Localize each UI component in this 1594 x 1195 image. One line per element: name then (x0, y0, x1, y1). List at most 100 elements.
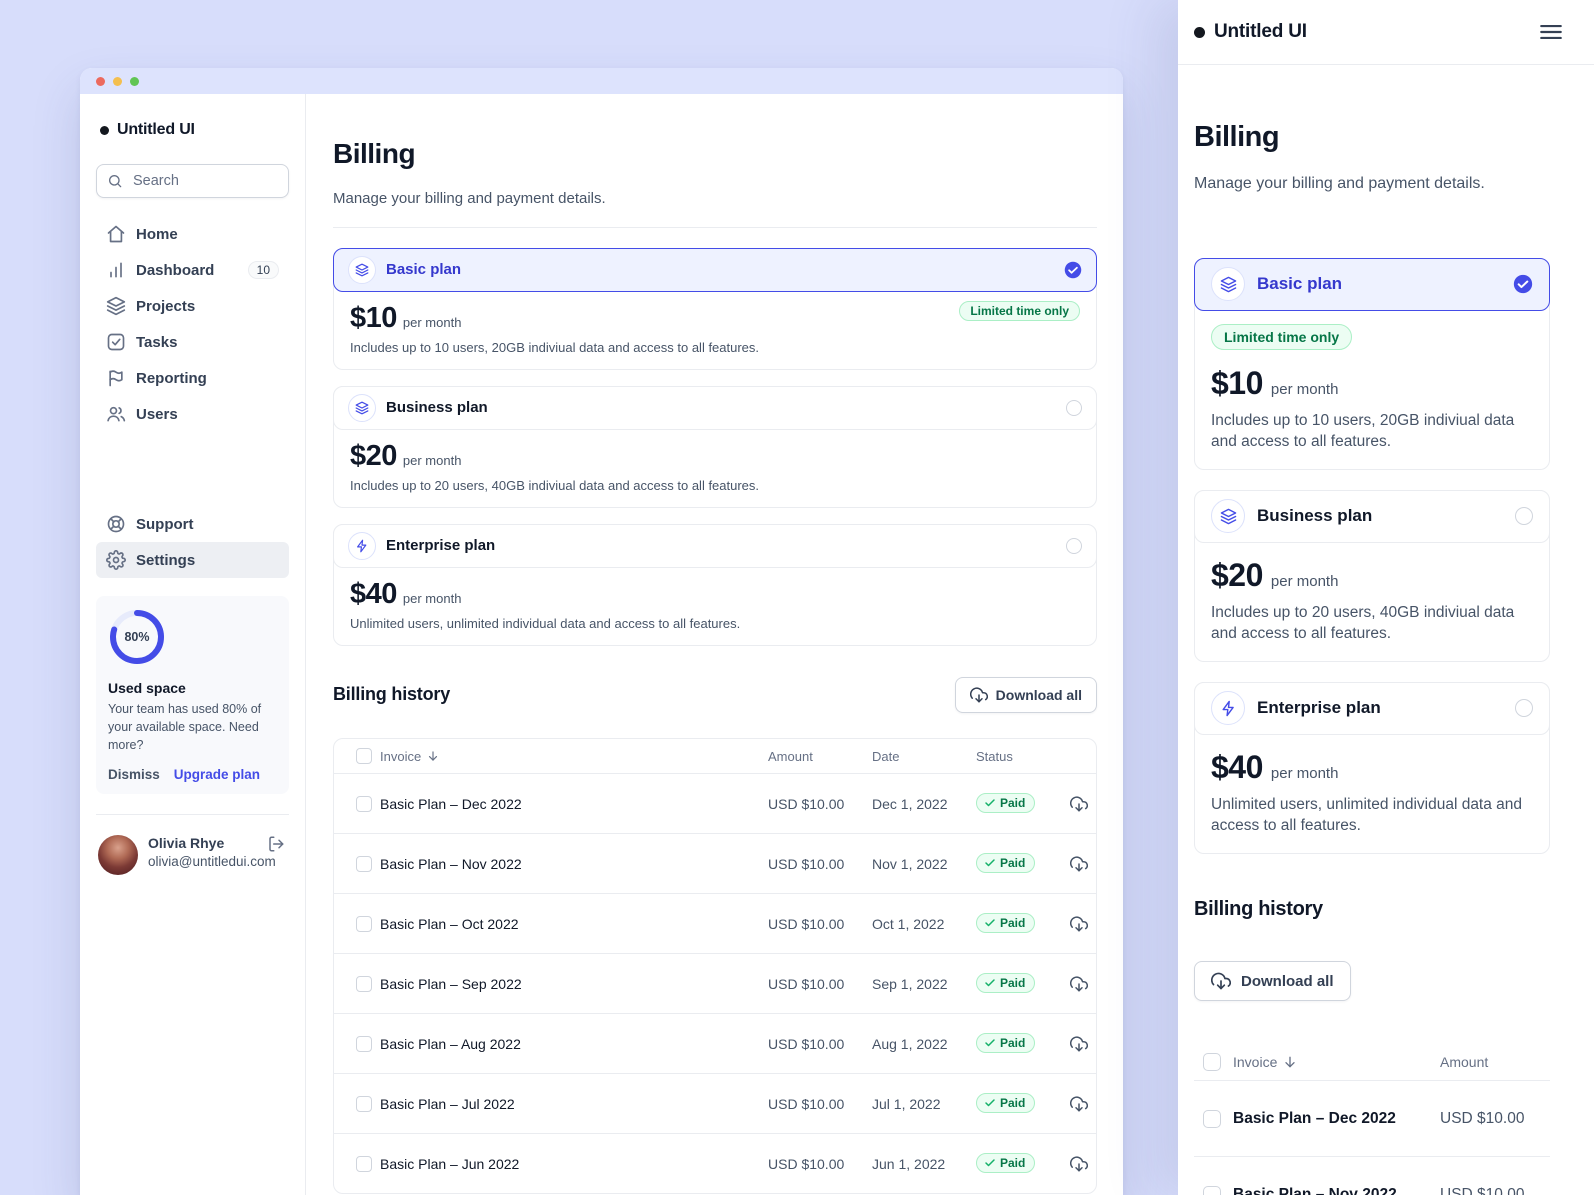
sidebar-item-home[interactable]: Home (96, 216, 289, 252)
row-checkbox[interactable] (356, 915, 372, 932)
download-all-label: Download all (1241, 972, 1334, 990)
layers-icon (106, 296, 126, 316)
select-all-checkbox[interactable] (1203, 1052, 1221, 1071)
radio-unchecked-icon[interactable] (1515, 507, 1533, 526)
close-button[interactable] (96, 76, 105, 86)
plan-description: Includes up to 20 users, 40GB indiviual … (1211, 603, 1515, 643)
row-checkbox[interactable] (356, 855, 372, 872)
invoice-cell: Basic Plan – Dec 2022 (380, 795, 522, 812)
dismiss-link[interactable]: Dismiss (108, 767, 160, 782)
zap-icon (1211, 691, 1245, 726)
plan-period: per month (402, 452, 462, 468)
design-canvas: Untitled UI Home Dashboard (0, 0, 1594, 1195)
layers-icon (348, 255, 376, 284)
bar-chart-icon (106, 260, 126, 280)
check-icon (984, 797, 996, 809)
plan-period: per month (402, 590, 462, 606)
radio-unchecked-icon[interactable] (1066, 399, 1082, 416)
plan-option-basic[interactable]: Basic plan (1194, 257, 1550, 311)
layers-icon (348, 393, 376, 422)
download-invoice-button[interactable] (1066, 971, 1092, 997)
sort-down-icon[interactable] (426, 749, 440, 763)
plan-price: $40 (350, 577, 397, 610)
table-row: Basic Plan – Jun 2022 USD $10.00 Jun 1, … (334, 1133, 1096, 1193)
plan-card-enterprise: Enterprise plan $40 per month Unlimited … (1194, 681, 1550, 854)
column-status: Status (976, 748, 1013, 764)
row-checkbox[interactable] (1203, 1185, 1221, 1195)
plan-name: Basic plan (386, 261, 462, 278)
mobile-header: Untitled UI (1178, 0, 1594, 65)
plan-price: $40 (1211, 748, 1263, 785)
date-cell: Jun 1, 2022 (872, 1155, 946, 1172)
plan-card-basic: Basic plan Limited time only $10 per mon… (1194, 257, 1550, 470)
hamburger-menu-button[interactable] (1534, 15, 1568, 49)
row-checkbox[interactable] (356, 795, 372, 812)
invoice-cell: Basic Plan – Nov 2022 (380, 855, 522, 872)
table-row: Basic Plan – Jul 2022 USD $10.00 Jul 1, … (334, 1073, 1096, 1133)
row-checkbox[interactable] (356, 975, 372, 992)
invoice-cell: Basic Plan – Dec 2022 (1233, 1109, 1396, 1127)
amount-cell: USD $10.00 (1440, 1109, 1525, 1127)
select-all-checkbox[interactable] (356, 748, 372, 765)
avatar (98, 835, 138, 875)
sidebar-item-projects[interactable]: Projects (96, 288, 289, 324)
menu-icon (1538, 19, 1564, 45)
sidebar-item-settings[interactable]: Settings (96, 542, 289, 578)
amount-cell: USD $10.00 (768, 1155, 845, 1172)
sidebar-item-tasks[interactable]: Tasks (96, 324, 289, 360)
sidebar-item-label: Reporting (136, 369, 207, 387)
sidebar-item-dashboard[interactable]: Dashboard 10 (96, 252, 289, 288)
search-input[interactable] (131, 172, 278, 190)
row-checkbox[interactable] (356, 1155, 372, 1172)
usage-percent: 80% (124, 630, 150, 644)
mobile-view: Untitled UI Billing Manage your billing … (1178, 0, 1594, 1195)
plan-name: Business plan (1257, 506, 1373, 526)
download-invoice-button[interactable] (1066, 1151, 1092, 1177)
sidebar-item-users[interactable]: Users (96, 396, 289, 432)
row-checkbox[interactable] (356, 1035, 372, 1052)
zoom-button[interactable] (130, 76, 139, 86)
limited-time-badge: Limited time only (1211, 323, 1353, 350)
plan-card-enterprise: Enterprise plan $40 per month Unlimited … (333, 523, 1097, 646)
sidebar-item-label: Settings (136, 551, 196, 569)
logo: Untitled UI (96, 118, 289, 142)
sort-down-icon[interactable] (1282, 1054, 1298, 1070)
download-all-button[interactable]: Download all (954, 676, 1097, 713)
billing-page: Billing Manage your billing and payment … (306, 94, 1123, 1195)
plan-option-business[interactable]: Business plan (333, 385, 1097, 430)
plan-option-business[interactable]: Business plan (1194, 489, 1550, 543)
logout-button[interactable] (265, 833, 287, 855)
radio-unchecked-icon[interactable] (1066, 537, 1082, 554)
window-titlebar (80, 68, 1123, 94)
download-invoice-button[interactable] (1066, 911, 1092, 937)
plan-description: Unlimited users, unlimited individual da… (350, 615, 741, 631)
minimize-button[interactable] (113, 76, 122, 86)
row-checkbox[interactable] (1203, 1109, 1221, 1128)
status-badge: Paid (976, 793, 1036, 814)
amount-cell: USD $10.00 (768, 1095, 845, 1112)
plan-option-enterprise[interactable]: Enterprise plan (333, 523, 1097, 568)
radio-checked-icon[interactable] (1513, 274, 1533, 294)
plan-option-enterprise[interactable]: Enterprise plan (1194, 681, 1550, 735)
plan-card-business: Business plan $20 per month Includes up … (1194, 489, 1550, 662)
plan-list: Basic plan Limited time only $10 per mon… (1194, 257, 1550, 854)
download-invoice-button[interactable] (1066, 791, 1092, 817)
row-checkbox[interactable] (356, 1095, 372, 1112)
amount-cell: USD $10.00 (768, 975, 845, 992)
sidebar-item-reporting[interactable]: Reporting (96, 360, 289, 396)
plan-price: $10 (350, 301, 397, 334)
logo-text: Untitled UI (117, 121, 195, 138)
status-badge: Paid (976, 1033, 1036, 1054)
upgrade-plan-link[interactable]: Upgrade plan (174, 767, 260, 782)
check-icon (984, 977, 996, 989)
download-invoice-button[interactable] (1066, 851, 1092, 877)
download-invoice-button[interactable] (1066, 1031, 1092, 1057)
plan-option-basic[interactable]: Basic plan (333, 247, 1097, 292)
date-cell: Aug 1, 2022 (872, 1035, 948, 1052)
download-invoice-button[interactable] (1066, 1091, 1092, 1117)
usage-progress-ring: 80% (108, 608, 166, 666)
radio-checked-icon[interactable] (1064, 261, 1082, 279)
download-all-button[interactable]: Download all (1194, 961, 1351, 1002)
sidebar-item-support[interactable]: Support (96, 506, 289, 542)
radio-unchecked-icon[interactable] (1515, 699, 1533, 718)
